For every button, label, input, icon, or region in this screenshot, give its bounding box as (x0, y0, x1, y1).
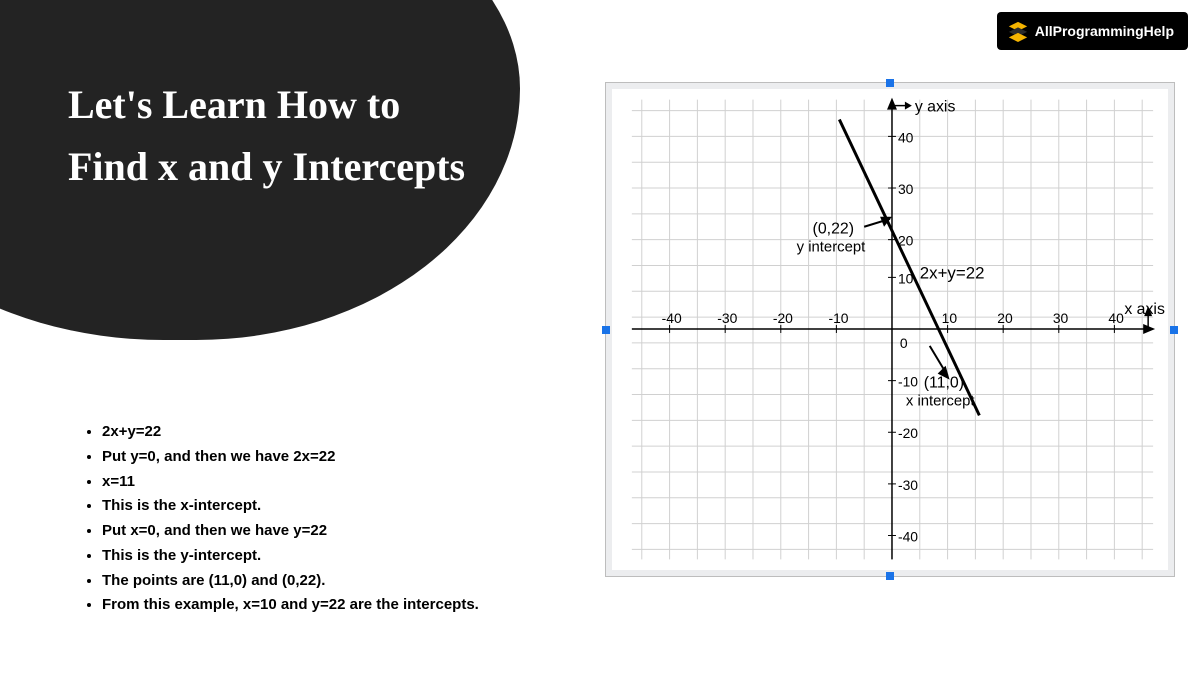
coordinate-plot: -40 -30 -20 -10 10 20 30 40 40 30 20 10 … (612, 89, 1168, 570)
list-item: This is the x-intercept. (102, 494, 479, 519)
svg-text:30: 30 (898, 181, 914, 197)
list-item: The points are (11,0) and (0,22). (102, 569, 479, 594)
list-item: From this example, x=10 and y=22 are the… (102, 593, 479, 618)
svg-text:40: 40 (1108, 310, 1124, 326)
brand-name: AllProgrammingHelp (1035, 23, 1174, 39)
selection-handle[interactable] (886, 79, 894, 87)
brand-logo: AllProgrammingHelp (997, 12, 1188, 50)
page-title: Let's Learn How to Find x and y Intercep… (68, 74, 468, 198)
x-intercept-point: (11,0) (924, 375, 964, 392)
svg-text:-30: -30 (717, 310, 737, 326)
svg-text:10: 10 (942, 310, 958, 326)
list-item: 2x+y=22 (102, 420, 479, 445)
steps-list: 2x+y=22 Put y=0, and then we have 2x=22 … (102, 420, 479, 618)
svg-text:-30: -30 (898, 477, 918, 493)
y-intercept-text: y intercept (797, 240, 866, 256)
svg-text:-10: -10 (828, 310, 848, 326)
selection-handle[interactable] (886, 572, 894, 580)
y-axis-label: y axis (915, 99, 956, 116)
equation-label: 2x+y=22 (920, 263, 985, 282)
svg-text:0: 0 (900, 335, 908, 351)
svg-text:-40: -40 (898, 528, 918, 544)
list-item: Put x=0, and then we have y=22 (102, 519, 479, 544)
selection-handle[interactable] (1170, 326, 1178, 334)
svg-text:30: 30 (1053, 310, 1069, 326)
y-intercept-point: (0,22) (813, 221, 854, 238)
layers-icon (1007, 20, 1029, 42)
svg-text:-40: -40 (662, 310, 682, 326)
svg-text:40: 40 (898, 129, 914, 145)
list-item: Put y=0, and then we have 2x=22 (102, 445, 479, 470)
list-item: x=11 (102, 470, 479, 495)
x-intercept-text: x intercept (906, 393, 975, 409)
svg-text:-20: -20 (898, 425, 918, 441)
selection-handle[interactable] (602, 326, 610, 334)
graph-plot: -40 -30 -20 -10 10 20 30 40 40 30 20 10 … (612, 89, 1168, 570)
svg-text:-10: -10 (898, 374, 918, 390)
svg-text:-20: -20 (773, 310, 793, 326)
svg-text:20: 20 (997, 310, 1013, 326)
list-item: This is the y-intercept. (102, 544, 479, 569)
graph-container[interactable]: -40 -30 -20 -10 10 20 30 40 40 30 20 10 … (605, 82, 1175, 577)
